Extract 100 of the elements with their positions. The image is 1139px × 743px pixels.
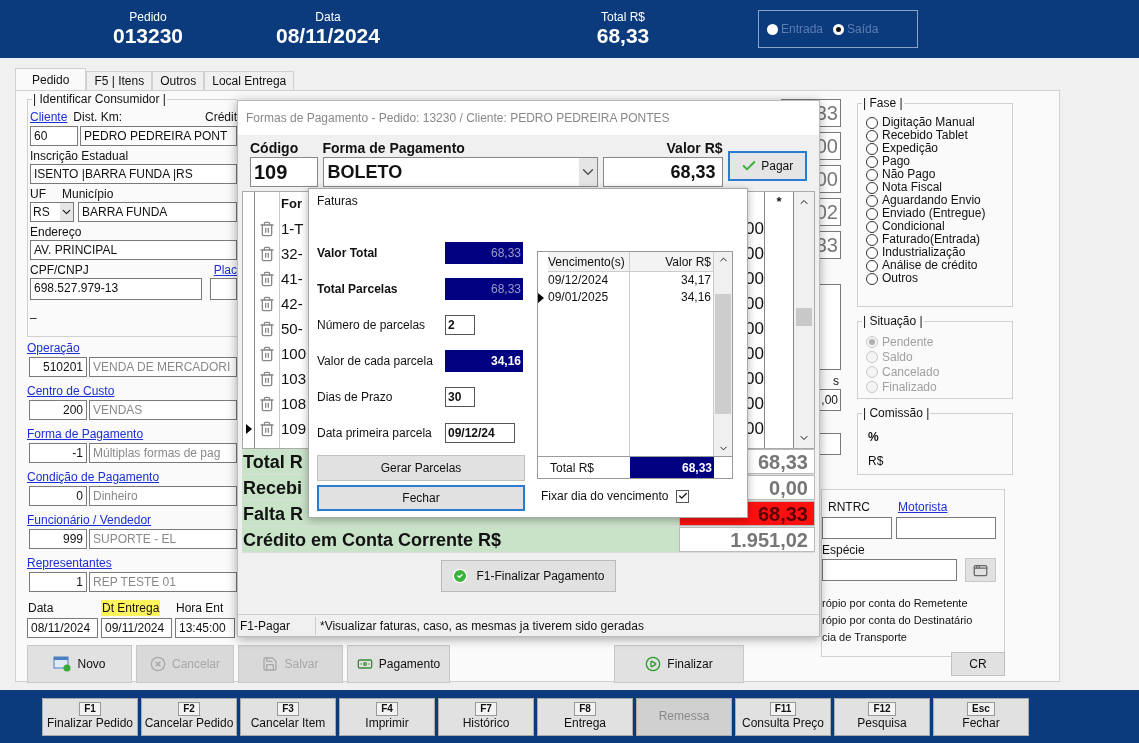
scroll-thumb[interactable] bbox=[715, 294, 731, 414]
input-field[interactable]: 2 bbox=[445, 315, 475, 335]
trash-icon[interactable] bbox=[259, 395, 275, 412]
text-field[interactable]: 13:45:00 bbox=[175, 618, 235, 638]
driver-link[interactable]: Motorista bbox=[898, 500, 948, 515]
action-button[interactable]: Finalizar bbox=[614, 645, 744, 683]
checkbox[interactable] bbox=[676, 489, 690, 503]
radio-button[interactable] bbox=[866, 155, 878, 168]
text-field[interactable]: 60 bbox=[30, 126, 78, 146]
code-field[interactable]: 109 bbox=[250, 157, 318, 187]
action-button[interactable]: Pagamento bbox=[347, 645, 450, 683]
text-field[interactable]: 698.527.979-13 bbox=[30, 278, 202, 300]
tab[interactable]: Outros bbox=[152, 71, 205, 90]
radio-button[interactable] bbox=[866, 181, 878, 194]
header-value: 08/11/2024 bbox=[276, 24, 380, 48]
lookup-link[interactable]: Condição de Pagamento bbox=[27, 470, 237, 485]
radio-button[interactable] bbox=[866, 246, 878, 259]
lookup-link[interactable]: Funcionário / Vendedor bbox=[27, 513, 237, 528]
cr-button[interactable]: CR bbox=[951, 652, 1005, 676]
generate-installments-button[interactable]: Gerar Parcelas bbox=[317, 455, 525, 481]
column-header: Vencimento(s) bbox=[548, 252, 629, 272]
text-field[interactable]: BARRA FUNDA bbox=[78, 202, 237, 222]
text-field[interactable]: 200 bbox=[29, 400, 87, 420]
scrollbar[interactable] bbox=[714, 252, 732, 456]
trash-icon[interactable] bbox=[259, 320, 275, 337]
dash-text: – bbox=[30, 310, 38, 326]
lookup-button[interactable] bbox=[965, 558, 996, 582]
trash-icon[interactable] bbox=[259, 345, 275, 362]
close-button[interactable]: Fechar bbox=[317, 485, 525, 511]
finalize-payment-button[interactable]: F1-Finalizar Pagamento bbox=[441, 560, 616, 592]
input-field[interactable]: 30 bbox=[445, 387, 475, 407]
trash-icon[interactable] bbox=[259, 245, 275, 262]
radio-button[interactable] bbox=[866, 220, 878, 233]
function-key-button[interactable]: F11 Consulta Preço bbox=[735, 697, 831, 736]
radio-button[interactable] bbox=[833, 23, 845, 35]
scroll-thumb[interactable] bbox=[796, 308, 812, 326]
function-key-button[interactable]: F12 Pesquisa bbox=[834, 697, 930, 736]
tab[interactable]: F5 | Itens bbox=[86, 71, 153, 90]
radio-button[interactable] bbox=[866, 168, 878, 181]
text-field[interactable]: 999 bbox=[29, 529, 87, 549]
radio-button[interactable] bbox=[866, 142, 878, 155]
text-field[interactable]: -1 bbox=[29, 443, 87, 463]
field-label: Dist. Km: bbox=[73, 110, 123, 125]
lookup-link[interactable]: Forma de Pagamento bbox=[27, 427, 237, 442]
radio-button[interactable] bbox=[866, 272, 878, 285]
text-field[interactable]: ISENTO |BARRA FUNDA |RS bbox=[30, 164, 237, 184]
pay-button[interactable]: Pagar bbox=[727, 151, 807, 181]
amount-field[interactable]: 68,33 bbox=[603, 157, 723, 187]
radio-button[interactable] bbox=[866, 259, 878, 272]
text-field[interactable]: AV. PRINCIPAL bbox=[30, 240, 237, 260]
trash-icon[interactable] bbox=[259, 270, 275, 287]
key-cap: F1 bbox=[79, 702, 101, 716]
lookup-link[interactable]: Operação bbox=[27, 341, 237, 356]
trash-icon[interactable] bbox=[259, 295, 275, 312]
description-field[interactable]: VENDA DE MERCADORI bbox=[89, 357, 237, 377]
function-key-button[interactable]: F7 Histórico bbox=[438, 697, 534, 736]
text-field[interactable]: 0 bbox=[29, 486, 87, 506]
plate-field[interactable] bbox=[210, 278, 237, 300]
description-field[interactable]: REP TESTE 01 bbox=[89, 572, 237, 592]
radio-button[interactable] bbox=[866, 116, 878, 129]
description-field[interactable]: SUPORTE - EL bbox=[89, 529, 237, 549]
trash-icon[interactable] bbox=[259, 370, 275, 387]
species-field[interactable] bbox=[822, 559, 958, 581]
tab[interactable]: Local Entrega bbox=[204, 71, 295, 90]
text-field[interactable]: 09/11/2024 bbox=[101, 618, 172, 638]
state-dropdown[interactable]: RS bbox=[30, 202, 74, 222]
action-button[interactable]: Novo bbox=[27, 645, 132, 683]
text-field[interactable]: PEDRO PEDREIRA PONT bbox=[80, 126, 237, 146]
plate-link[interactable]: Plac bbox=[213, 263, 237, 278]
driver-field[interactable] bbox=[896, 517, 996, 539]
radio-button[interactable] bbox=[866, 129, 878, 142]
description-field[interactable]: Dinheiro bbox=[89, 486, 237, 506]
lookup-link[interactable]: Representantes bbox=[27, 556, 237, 571]
function-key-button[interactable]: F8 Entrega bbox=[537, 697, 633, 736]
rntrc-field[interactable] bbox=[822, 517, 892, 539]
payment-method-dropdown[interactable]: BOLETO bbox=[322, 157, 599, 187]
client-link[interactable]: Cliente bbox=[30, 110, 68, 125]
function-key-button[interactable]: F2 Cancelar Pedido bbox=[141, 697, 237, 736]
radio-button[interactable] bbox=[866, 194, 878, 207]
function-key-button[interactable]: Esc Fechar bbox=[933, 697, 1029, 736]
function-key-button[interactable]: F1 Finalizar Pedido bbox=[42, 697, 138, 736]
text-field[interactable]: 1 bbox=[29, 572, 87, 592]
trash-icon[interactable] bbox=[259, 420, 275, 437]
radio-button[interactable] bbox=[866, 207, 878, 220]
radio-button[interactable] bbox=[866, 233, 878, 246]
group-title: | Comissão | bbox=[862, 406, 931, 421]
text-field[interactable]: 08/11/2024 bbox=[27, 618, 98, 638]
radio-button[interactable] bbox=[767, 23, 778, 35]
radio-label: Finalizado bbox=[882, 378, 937, 396]
trash-icon[interactable] bbox=[259, 220, 275, 237]
lookup-link[interactable]: Centro de Custo bbox=[27, 384, 237, 399]
function-key-button[interactable]: F4 Imprimir bbox=[339, 697, 435, 736]
scrollbar[interactable] bbox=[794, 192, 814, 448]
description-field[interactable]: Múltiplas formas de pag bbox=[89, 443, 237, 463]
function-key-button[interactable]: F3 Cancelar Item bbox=[240, 697, 336, 736]
tab[interactable]: Pedido bbox=[15, 68, 87, 90]
save-icon bbox=[262, 656, 279, 672]
text-field[interactable]: 510201 bbox=[29, 357, 87, 377]
input-field[interactable]: 09/12/24 bbox=[445, 423, 515, 443]
description-field[interactable]: VENDAS bbox=[89, 400, 237, 420]
